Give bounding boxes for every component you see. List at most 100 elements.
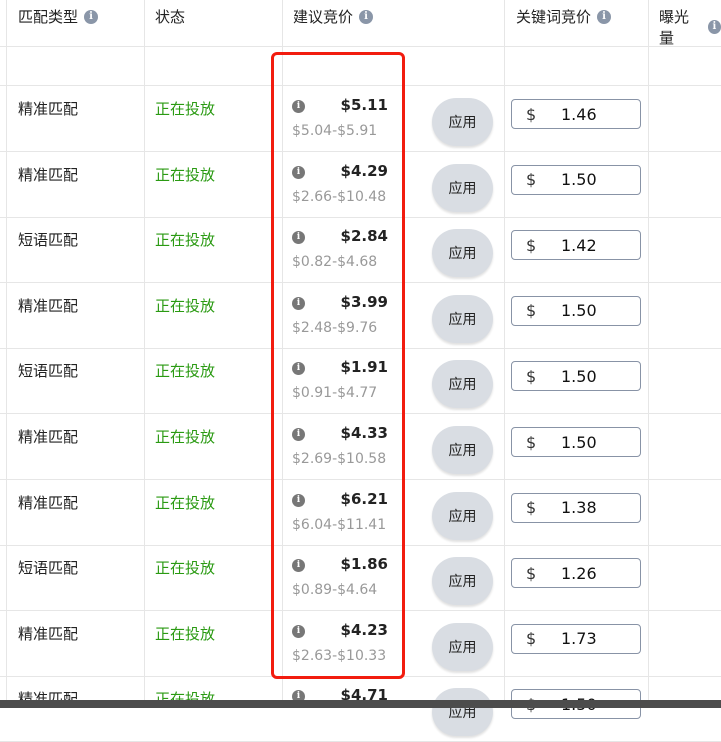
keyword-bid-input[interactable]: $1.50	[511, 295, 641, 326]
info-icon[interactable]: i	[292, 100, 305, 113]
match-type: 短语匹配	[18, 231, 79, 250]
suggested-bid: $3.99	[340, 292, 388, 311]
apply-button[interactable]: 应用	[432, 426, 493, 474]
match-type: 短语匹配	[18, 559, 79, 578]
info-icon[interactable]: i	[292, 296, 305, 310]
suggested-bid: $4.23	[340, 620, 388, 639]
match-type: 精准匹配	[18, 296, 79, 315]
table-row: 精准匹配 正在投放 i $4.33 $2.69-$10.58 应用 $1.50	[0, 414, 721, 479]
currency-symbol: $	[526, 104, 537, 124]
apply-button[interactable]: 应用	[432, 688, 493, 737]
suggested-bid-range: $0.89-$4.64	[292, 582, 378, 599]
header-label: 关键词竞价	[516, 8, 592, 26]
table-row: 精准匹配 正在投放 i $6.21 $6.04-$11.41 应用 $1.38	[0, 480, 721, 545]
table-row: 精准匹配 正在投放 i $3.99 $2.48-$9.76 应用 $1.50	[0, 283, 721, 348]
suggested-bid: $5.11	[340, 96, 388, 114]
keyword-bid-input[interactable]: $1.73	[511, 623, 641, 654]
keyword-bid-input[interactable]: $1.42	[511, 230, 641, 261]
currency-symbol: $	[526, 301, 537, 321]
status-text: 正在投放	[155, 100, 216, 118]
suggested-bid-range: $2.63-$10.33	[292, 647, 387, 664]
suggested-bid: $1.91	[340, 358, 388, 377]
match-type: 精准匹配	[18, 624, 79, 643]
apply-button[interactable]: 应用	[432, 163, 493, 212]
status-text: 正在投放	[155, 559, 216, 578]
bottom-bar	[0, 700, 721, 708]
match-type: 精准匹配	[18, 100, 79, 118]
info-icon[interactable]: i	[292, 231, 305, 245]
header-label: 曝光量	[659, 8, 690, 47]
apply-button[interactable]: 应用	[432, 622, 493, 671]
table-row: 短语匹配 正在投放 i $2.84 $0.82-$4.68 应用 $1.42	[0, 217, 721, 282]
apply-button[interactable]: 应用	[432, 229, 493, 278]
currency-symbol: $	[526, 498, 537, 518]
apply-button[interactable]: 应用	[432, 98, 493, 146]
info-icon[interactable]: i	[292, 559, 305, 573]
currency-symbol: $	[526, 235, 537, 255]
info-icon[interactable]: i	[292, 362, 305, 376]
apply-button[interactable]: 应用	[432, 557, 493, 606]
currency-symbol: $	[526, 366, 537, 386]
suggested-bid: $1.86	[340, 555, 388, 574]
header-suggested-bid[interactable]: 建议竞价 i	[293, 6, 374, 27]
suggested-bid-range: $0.91-$4.77	[292, 385, 378, 402]
bid-value: 1.38	[561, 498, 597, 518]
info-icon[interactable]: i	[359, 9, 374, 24]
status-text: 正在投放	[155, 624, 216, 643]
suggested-bid-range: $2.66-$10.48	[292, 188, 387, 205]
info-icon[interactable]: i	[84, 9, 99, 24]
header-label: 状态	[155, 8, 186, 26]
bid-value: 1.46	[561, 104, 597, 124]
header-match-type[interactable]: 匹配类型 i	[18, 6, 99, 27]
keyword-bid-input[interactable]: $1.50	[511, 361, 641, 392]
suggested-bid-range: $5.04-$5.91	[292, 123, 378, 139]
header-keyword-bid[interactable]: 关键词竞价 i	[516, 6, 612, 27]
table-row: 短语匹配 正在投放 i $1.86 $0.89-$4.64 应用 $1.26	[0, 545, 721, 610]
bid-value: 1.42	[561, 235, 597, 255]
currency-symbol: $	[526, 563, 537, 583]
suggested-bid-range: $0.82-$4.68	[292, 254, 378, 271]
status-text: 正在投放	[155, 231, 216, 250]
bid-value: 1.50	[561, 301, 597, 321]
info-icon[interactable]: i	[292, 165, 305, 179]
info-icon[interactable]: i	[292, 428, 305, 441]
keyword-bid-input[interactable]: $1.38	[511, 492, 641, 523]
table-row: 精准匹配 正在投放 i $4.29 $2.66-$10.48 应用 $1.50	[0, 152, 721, 217]
match-type: 精准匹配	[18, 428, 79, 446]
currency-symbol: $	[526, 170, 537, 190]
header-status[interactable]: 状态	[155, 6, 185, 27]
match-type: 精准匹配	[18, 493, 79, 512]
bid-value: 1.26	[561, 563, 597, 583]
keyword-bid-input[interactable]: $1.46	[511, 99, 641, 129]
header-impressions[interactable]: 曝光量 i	[659, 6, 721, 48]
info-icon[interactable]: i	[292, 624, 305, 638]
currency-symbol: $	[526, 629, 537, 649]
header-label: 匹配类型	[18, 8, 79, 26]
apply-button[interactable]: 应用	[432, 360, 493, 409]
header-label: 建议竞价	[293, 8, 354, 26]
suggested-bid-range: $6.04-$11.41	[292, 516, 387, 533]
table-row: 精准匹配 正在投放 i $5.11 $5.04-$5.91 应用 $1.46	[0, 86, 721, 151]
apply-button[interactable]: 应用	[432, 294, 493, 343]
suggested-bid-range: $2.48-$9.76	[292, 319, 378, 336]
currency-symbol: $	[526, 432, 537, 452]
table-row: 短语匹配 正在投放 i $1.91 $0.91-$4.77 应用 $1.50	[0, 348, 721, 413]
suggested-bid: $4.29	[340, 161, 388, 180]
keyword-bid-input[interactable]: $1.50	[511, 427, 641, 457]
suggested-bid: $4.33	[340, 424, 388, 442]
status-text: 正在投放	[155, 428, 216, 446]
status-text: 正在投放	[155, 362, 216, 381]
table-row: 精准匹配 正在投放 i $4.71 应用 $1.50	[0, 676, 721, 741]
info-icon[interactable]: i	[597, 9, 612, 24]
keyword-bid-input[interactable]: $1.26	[511, 558, 641, 589]
apply-button[interactable]: 应用	[432, 491, 493, 540]
info-icon[interactable]: i	[707, 20, 721, 34]
suggested-bid: $2.84	[340, 227, 388, 246]
keyword-bid-input[interactable]: $1.50	[511, 164, 641, 195]
info-icon[interactable]: i	[292, 493, 305, 507]
match-type: 精准匹配	[18, 165, 79, 184]
status-text: 正在投放	[155, 493, 216, 512]
status-text: 正在投放	[155, 296, 216, 315]
bid-value: 1.50	[561, 366, 597, 386]
table-row: 精准匹配 正在投放 i $4.23 $2.63-$10.33 应用 $1.73	[0, 611, 721, 676]
